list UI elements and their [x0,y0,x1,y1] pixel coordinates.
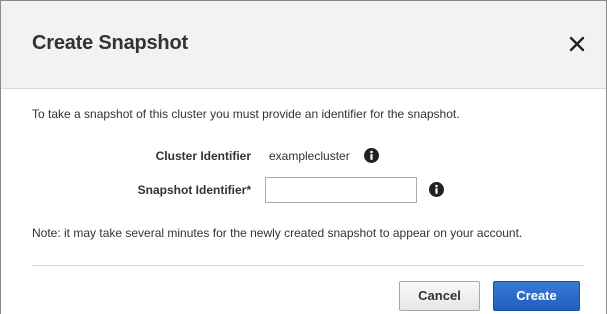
create-button[interactable]: Create [493,281,580,311]
snapshot-identifier-label: Snapshot Identifier* [137,183,251,197]
dialog-title: Create Snapshot [32,32,188,54]
dialog-header: Create Snapshot [1,1,606,89]
info-icon[interactable] [429,182,444,197]
create-snapshot-dialog: Create Snapshot To take a snapshot of th… [0,0,607,314]
divider [32,265,584,266]
cluster-identifier-label: Cluster Identifier [155,149,251,163]
note-text: Note: it may take several minutes for th… [32,226,523,240]
cancel-button[interactable]: Cancel [399,281,480,311]
snapshot-identifier-input[interactable] [265,177,417,203]
cluster-identifier-value: examplecluster [269,149,350,163]
intro-text: To take a snapshot of this cluster you m… [32,107,460,121]
info-icon[interactable] [364,148,379,163]
close-icon[interactable] [568,35,586,53]
